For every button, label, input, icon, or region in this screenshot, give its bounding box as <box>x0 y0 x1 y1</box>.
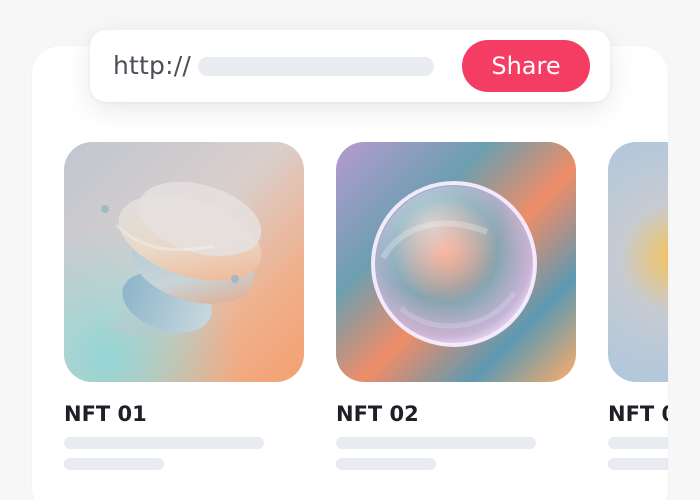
nft-card[interactable]: NFT 01 <box>64 142 304 470</box>
nft-title: NFT 02 <box>336 402 419 426</box>
nft-image-gradient[interactable] <box>608 142 668 382</box>
nft-title: NFT 01 <box>64 402 147 426</box>
placeholder-line <box>336 458 436 470</box>
nft-title: NFT 03 <box>608 402 668 426</box>
nft-card[interactable]: NFT 02 <box>336 142 576 470</box>
placeholder-line <box>608 458 668 470</box>
nft-card[interactable]: NFT 03 <box>608 142 668 470</box>
nft-image-bubble[interactable] <box>336 142 576 382</box>
share-bar: http:// Share <box>90 30 610 102</box>
share-button[interactable]: Share <box>462 40 590 92</box>
placeholder-line <box>64 458 164 470</box>
placeholder-line <box>64 437 264 449</box>
nft-image-disc-stack[interactable] <box>64 142 304 382</box>
url-prefix-label: http:// <box>113 51 191 80</box>
app-stage: http:// Share NFT 01 NFT 02 NFT <box>0 0 700 500</box>
placeholder-line <box>608 437 668 449</box>
placeholder-line <box>336 437 536 449</box>
url-input[interactable] <box>198 57 434 76</box>
partially-visible-card-clip: NFT 03 <box>608 142 668 482</box>
